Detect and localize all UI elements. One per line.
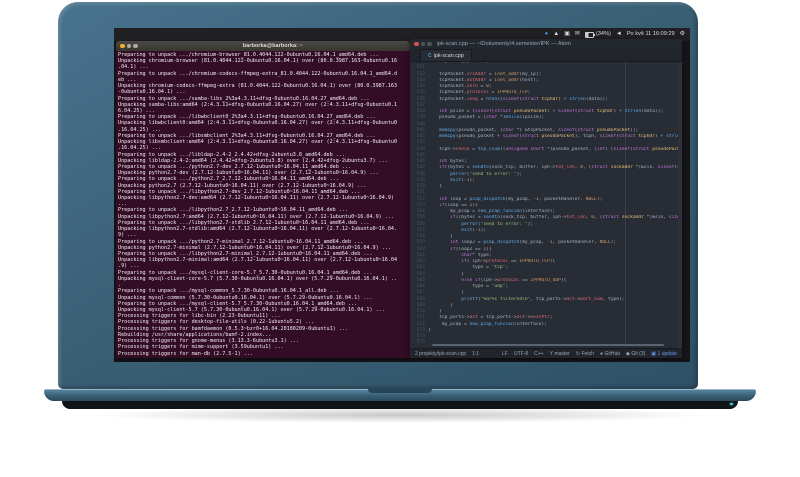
terminal-line: Unpacking mysql-common (5.7.30-0ubuntu0.… (118, 294, 373, 301)
terminal-line: Unpacking mysql-client-core-5.7 (5.7.30-… (118, 275, 398, 282)
laptop-mockup: ● ▲ ▣ ✉ (34%) ◄ Po kvě 11 16:09:29 ⚙ barborka@b… (0, 0, 800, 477)
terminal-line: Unpacking libsmbclient:amd64 (2:4.3.11+d… (118, 139, 398, 146)
vertical-scrollbar[interactable] (678, 62, 682, 348)
power-led (730, 403, 733, 405)
code-line: 544 tcph->check = tcp_csum((unsigned sho… (410, 147, 682, 153)
line-ending-indicator[interactable]: LF (502, 351, 508, 357)
git-changes-indicator[interactable]: ◆ Git (3) (626, 351, 645, 357)
atom-titlebar[interactable]: ipk-scan.cpp — ~/Dokumenty/4.semester/IP… (410, 39, 682, 49)
updates-indicator[interactable]: ▣ 1 update (651, 351, 677, 357)
terminal-line: Unpacking libwbclient0:amd64 (2:4.3.11+d… (118, 120, 398, 127)
terminal-title: barborka@barborka: ~ (242, 43, 303, 49)
github-button[interactable]: ● GitHub (600, 351, 620, 357)
terminal-window[interactable]: barborka@barborka: ~ Preparing to unpack… (116, 41, 410, 358)
tab-ipk-scan[interactable]: C ipk-scan.cpp (420, 49, 472, 61)
terminal-body[interactable]: Preparing to unpack .../chromium-browser… (116, 51, 410, 358)
terminal-line: Unpacking libpython2.7-minimal:amd64 (2.… (118, 257, 398, 264)
tab-label: ipk-scan.cpp (433, 52, 464, 59)
code-editor[interactable]: 530 tcph->urg_ptr = 0;531532 tcpPacket.s… (410, 62, 682, 348)
status-right-group: LF UTF-8 C++ Ymaster ↻ Fetch ● GitHub ◆ Git (3) ▣ 1… (502, 351, 677, 357)
atom-window[interactable]: ipk-scan.cpp — ~/Dokumenty/4.semester/IP… (410, 39, 682, 358)
tab-bar: C ipk-scan.cpp (410, 49, 682, 62)
terminal-line: Preparing to unpack .../chromium-codecs-… (118, 70, 398, 77)
terminal-line: Unpacking libpython2.7:amd64 (2.7.12-1ub… (118, 213, 395, 220)
git-branch-indicator[interactable]: Ymaster (550, 351, 570, 357)
file-path-indicator[interactable]: 2 projekty/ipk-scan.cpp (415, 351, 466, 357)
lid-notch (368, 389, 432, 393)
laptop-screen: ● ▲ ▣ ✉ (34%) ◄ Po kvě 11 16:09:29 ⚙ barborka@b… (114, 28, 690, 362)
terminal-line: Unpacking libpython2.7-stdlib:amd64 (2.7… (118, 226, 398, 233)
status-bar: 2 projekty/ipk-scan.cpp 1:1 LF UTF-8 C++ Ym… (410, 348, 682, 358)
close-window-icon[interactable] (414, 41, 419, 47)
maximize-window-icon[interactable] (133, 43, 138, 49)
fetch-button[interactable]: ↻ Fetch (576, 351, 594, 357)
line-number: 575 (416, 340, 425, 346)
terminal-line: Unpacking samba-libs:amd64 (2:4.3.11+dfs… (118, 101, 398, 108)
maximize-window-icon[interactable] (427, 41, 432, 47)
drop-shadow (90, 407, 710, 423)
terminal-line: Preparing to unpack .../samba-libs_2%3a4… (118, 95, 370, 102)
terminal-line: Processing triggers for man-db (2.7.5-1)… (118, 350, 253, 357)
code-lines: 530 tcph->urg_ptr = 0;531532 tcpPacket.s… (410, 62, 682, 347)
terminal-titlebar[interactable]: barborka@barborka: ~ (116, 41, 410, 51)
encoding-indicator[interactable]: UTF-8 (514, 351, 528, 357)
cpp-file-icon: C (428, 52, 432, 59)
code-line: 542 memcpy(pseudo_packet + sizeof(struct… (410, 134, 682, 140)
terminal-line: Preparing to unpack .../mysql-client-cor… (118, 269, 373, 276)
close-window-icon[interactable] (120, 43, 125, 49)
atom-window-title: ipk-scan.cpp — ~/Dokumenty/4.semester/IP… (436, 41, 571, 47)
grammar-indicator[interactable]: C++ (534, 351, 543, 357)
terminal-line: Unpacking chromium-browser (81.0.4044.12… (118, 58, 398, 65)
minimize-window-icon[interactable] (126, 43, 131, 49)
minimize-window-icon[interactable] (420, 41, 425, 47)
cursor-position-indicator[interactable]: 1:1 (472, 351, 479, 357)
terminal-line: Unpacking python2.7 (2.7.12-1ubuntu0~16.… (118, 182, 367, 189)
horizontal-scrollbar[interactable] (432, 344, 664, 346)
terminal-line: Unpacking libpython2.7-dev:amd64 (2.7.12… (118, 195, 395, 202)
